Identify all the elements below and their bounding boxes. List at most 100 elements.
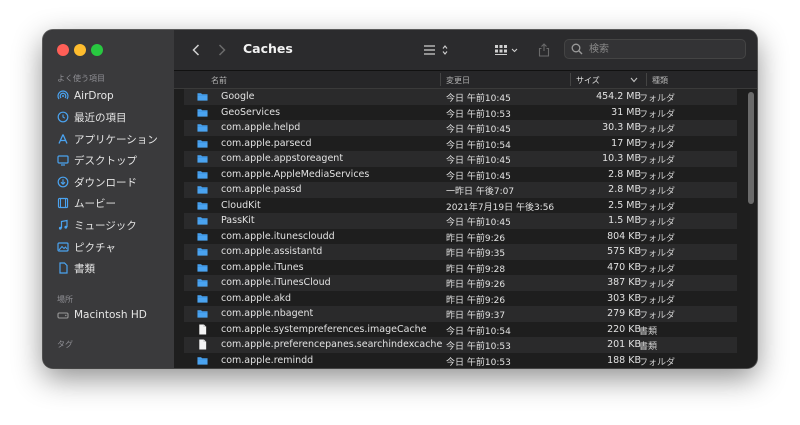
sidebar-item-label: デスクトップ bbox=[74, 154, 137, 167]
file-name: com.apple.parsecd bbox=[221, 137, 312, 149]
toolbar: Caches bbox=[174, 30, 757, 71]
file-kind: フォルダ bbox=[639, 156, 676, 166]
column-kind[interactable]: 種類 bbox=[652, 75, 668, 86]
scrollbar-thumb[interactable] bbox=[748, 92, 754, 204]
sidebar-item-label: ミュージック bbox=[74, 219, 137, 232]
sidebar-item-pictures[interactable]: ピクチャ bbox=[57, 238, 116, 256]
sidebar-item-macintosh-hd[interactable]: Macintosh HD bbox=[57, 306, 147, 324]
table-row[interactable]: com.apple.iTunes 昨日 午前9:28 470 KB フォルダ bbox=[184, 260, 737, 276]
folder-icon bbox=[197, 248, 208, 256]
sidebar-item-documents[interactable]: 書類 bbox=[57, 259, 95, 277]
table-row[interactable]: com.apple.systempreferences.imageCache 今日… bbox=[184, 322, 737, 338]
search-icon bbox=[571, 43, 583, 55]
table-row[interactable]: com.apple.assistantd 昨日 午前9:35 575 KB フォルダ bbox=[184, 244, 737, 260]
music-icon bbox=[57, 219, 69, 231]
table-row[interactable]: com.apple.preferencepanes.searchindexcac… bbox=[184, 337, 737, 353]
folder-icon bbox=[197, 310, 208, 318]
column-size[interactable]: サイズ bbox=[576, 75, 600, 86]
file-size: 804 KB bbox=[607, 230, 641, 242]
table-row[interactable]: Google 今日 午前10:45 454.2 MB フォルダ bbox=[184, 89, 737, 105]
folder-icon bbox=[197, 232, 208, 241]
table-row[interactable]: com.apple.nbagent 昨日 午前9:37 279 KB フォルダ bbox=[184, 306, 737, 322]
column-date[interactable]: 変更日 bbox=[446, 75, 470, 86]
photo-icon bbox=[57, 241, 69, 253]
group-button[interactable] bbox=[494, 40, 522, 60]
sidebar-item-recents[interactable]: 最近の項目 bbox=[57, 108, 127, 126]
table-row[interactable]: com.apple.passd 一昨日 午後7:07 2.8 MB フォルダ bbox=[184, 182, 737, 198]
file-size: 387 KB bbox=[607, 277, 641, 288]
file-kind: フォルダ bbox=[639, 125, 676, 135]
file-date: 昨日 午前9:26 bbox=[446, 295, 506, 306]
search-input[interactable] bbox=[587, 42, 741, 56]
back-button[interactable] bbox=[188, 40, 204, 60]
file-size: 575 KB bbox=[607, 246, 641, 257]
table-row[interactable]: com.apple.remindd 今日 午前10:53 188 KB フォルダ bbox=[184, 353, 737, 369]
file-date: 昨日 午前9:26 bbox=[446, 280, 506, 290]
file-date: 今日 午前10:54 bbox=[446, 140, 511, 151]
window-title: Caches bbox=[243, 41, 293, 56]
file-kind: フォルダ bbox=[639, 249, 676, 259]
table-row[interactable]: com.apple.itunescloudd 昨日 午前9:26 804 KB フォル… bbox=[184, 229, 737, 245]
table-row[interactable]: com.apple.appstoreagent 今日 午前10:45 10.3 MB… bbox=[184, 151, 737, 167]
file-size: 188 KB bbox=[607, 354, 641, 366]
list-view-icon bbox=[424, 45, 448, 55]
file-name: Google bbox=[221, 91, 255, 102]
document-icon bbox=[199, 323, 207, 335]
sort-chevron-icon bbox=[630, 77, 638, 83]
minimize-window-button[interactable] bbox=[74, 44, 86, 56]
share-button[interactable] bbox=[536, 40, 552, 60]
sidebar-item-label: アプリケーション bbox=[74, 133, 158, 146]
column-name[interactable]: 名前 bbox=[211, 75, 227, 86]
table-row[interactable]: CloudKit 2021年7月19日 午後3:56 2.5 MB フォルダ bbox=[184, 198, 737, 214]
file-size: 220 KB bbox=[607, 323, 641, 335]
file-date: 今日 午前10:53 bbox=[446, 342, 511, 352]
file-date: 昨日 午前9:26 bbox=[446, 233, 506, 244]
forward-button[interactable] bbox=[214, 40, 230, 60]
file-kind: フォルダ bbox=[639, 311, 676, 321]
file-name: com.apple.passd bbox=[221, 184, 302, 195]
file-name: PassKit bbox=[221, 215, 255, 226]
file-size: 17 MB bbox=[611, 137, 641, 149]
folder-icon bbox=[197, 170, 208, 179]
table-row[interactable]: com.apple.AppleMediaServices 今日 午前10:45 2.… bbox=[184, 167, 737, 183]
table-row[interactable]: com.apple.helpd 今日 午前10:45 30.3 MB フォルダ bbox=[184, 120, 737, 136]
column-header: 名前 変更日 サイズ 種類 bbox=[174, 71, 757, 89]
document-icon bbox=[199, 339, 207, 350]
sidebar-item-label: ムービー bbox=[74, 197, 116, 210]
file-name: com.apple.remindd bbox=[221, 354, 314, 366]
sidebar-item-downloads[interactable]: ダウンロード bbox=[57, 173, 137, 191]
sidebar-item-label: 書類 bbox=[74, 262, 95, 275]
file-kind: 書類 bbox=[639, 326, 658, 337]
film-icon bbox=[57, 197, 69, 209]
sidebar-item-desktop[interactable]: デスクトップ bbox=[57, 151, 137, 169]
desktop-icon bbox=[57, 154, 69, 166]
table-row[interactable]: com.apple.iTunesCloud 昨日 午前9:26 387 KB フォルダ bbox=[184, 275, 737, 291]
file-name: com.apple.assistantd bbox=[221, 246, 323, 257]
sidebar-item-applications[interactable]: アプリケーション bbox=[57, 130, 158, 148]
file-list: Google 今日 午前10:45 454.2 MB フォルダ GeoServices 今… bbox=[174, 89, 757, 368]
file-size: 2.8 MB bbox=[608, 184, 641, 195]
file-date: 昨日 午前9:35 bbox=[446, 249, 506, 259]
folder-icon bbox=[197, 186, 208, 194]
table-row[interactable]: com.apple.parsecd 今日 午前10:54 17 MB フォルダ bbox=[184, 136, 737, 152]
table-row[interactable]: com.apple.akd 昨日 午前9:26 303 KB フォルダ bbox=[184, 291, 737, 307]
sidebar-item-label: Macintosh HD bbox=[74, 309, 147, 321]
file-size: 454.2 MB bbox=[596, 91, 641, 102]
zoom-window-button[interactable] bbox=[91, 44, 103, 56]
file-size: 2.5 MB bbox=[608, 199, 641, 211]
file-browser: Caches 名前 変更日 サイズ bbox=[174, 30, 757, 368]
sidebar-item-airdrop[interactable]: AirDrop bbox=[57, 87, 114, 105]
file-kind: フォルダ bbox=[639, 187, 676, 197]
table-row[interactable]: PassKit 今日 午前10:45 1.5 MB フォルダ bbox=[184, 213, 737, 229]
sidebar-item-label: 最近の項目 bbox=[74, 111, 127, 124]
sidebar-item-music[interactable]: ミュージック bbox=[57, 216, 137, 234]
file-date: 今日 午前10:54 bbox=[446, 326, 511, 337]
close-window-button[interactable] bbox=[57, 44, 69, 56]
sidebar-item-movies[interactable]: ムービー bbox=[57, 194, 116, 212]
disk-icon bbox=[57, 309, 69, 321]
list-view-button[interactable] bbox=[422, 40, 452, 60]
file-size: 10.3 MB bbox=[602, 153, 641, 164]
search-field[interactable] bbox=[564, 39, 746, 59]
file-size: 1.5 MB bbox=[608, 215, 641, 226]
table-row[interactable]: GeoServices 今日 午前10:53 31 MB フォルダ bbox=[184, 105, 737, 121]
